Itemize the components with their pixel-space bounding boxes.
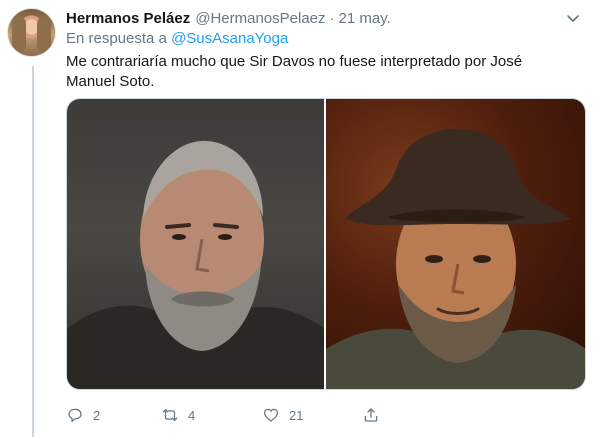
reply-button[interactable]: 2 xyxy=(66,406,100,424)
photo-left[interactable] xyxy=(67,99,324,389)
avatar-hair-left xyxy=(12,17,26,53)
photo-right[interactable] xyxy=(326,99,585,389)
photo-right-art xyxy=(326,128,585,389)
reply-count: 2 xyxy=(93,407,101,423)
reply-prefix: En respuesta a xyxy=(66,30,167,47)
tweet-date[interactable]: 21 may. xyxy=(339,10,391,27)
speech-bubble-icon xyxy=(68,408,82,423)
reply-context: En respuesta a @SusAsanaYoga xyxy=(66,30,288,47)
photo-left-art xyxy=(67,140,324,389)
separator-dot: · xyxy=(329,9,335,27)
avatar-hair-right xyxy=(37,17,51,53)
user-handle[interactable]: @HermanosPelaez xyxy=(195,10,325,27)
share-upload-icon xyxy=(364,408,378,422)
retweet-count: 4 xyxy=(188,407,196,423)
thread-line xyxy=(32,66,34,437)
tweet-actions: 2 4 21 xyxy=(66,404,386,426)
heart-icon xyxy=(263,408,279,422)
retweet-arrows-icon xyxy=(162,409,178,421)
tweet-text: Me contrariaría mucho que Sir Davos no f… xyxy=(66,53,523,90)
media-grid xyxy=(66,98,586,390)
avatar[interactable] xyxy=(7,8,56,57)
chevron-down-icon[interactable] xyxy=(565,10,581,26)
share-button[interactable] xyxy=(362,406,380,424)
display-name[interactable]: Hermanos Peláez xyxy=(66,10,190,27)
like-button[interactable]: 21 xyxy=(262,406,303,424)
retweet-button[interactable]: 4 xyxy=(161,406,195,424)
tweet-header: Hermanos Peláez @HermanosPelaez · 21 may… xyxy=(66,8,584,28)
like-count: 21 xyxy=(289,407,304,423)
reply-mention-link[interactable]: @SusAsanaYoga xyxy=(171,30,288,47)
